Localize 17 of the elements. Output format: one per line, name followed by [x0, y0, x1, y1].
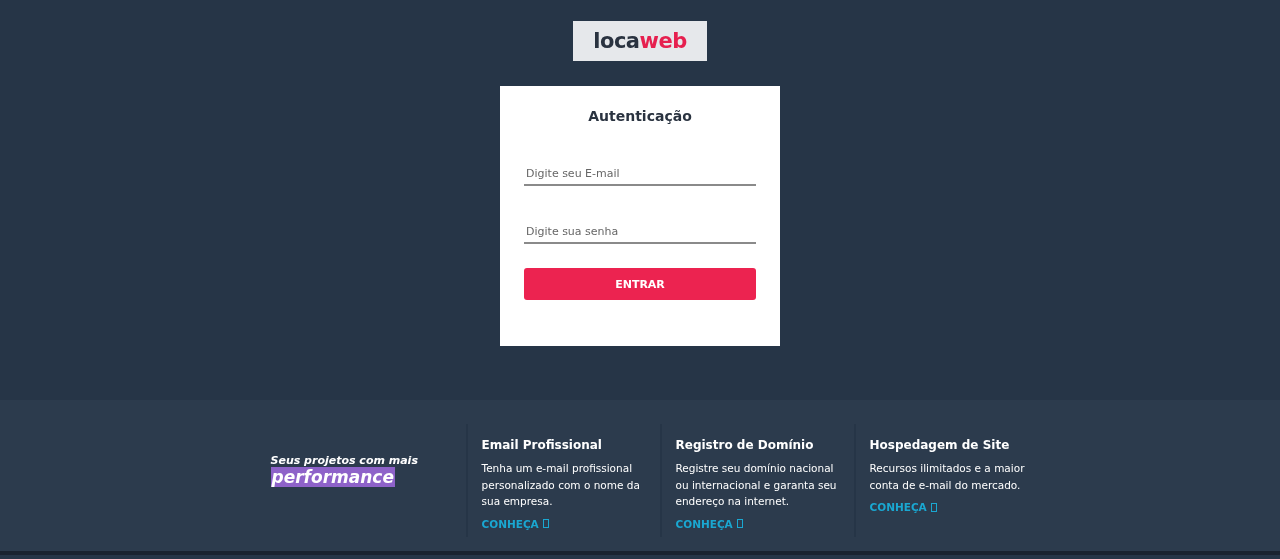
tagline: Seus projetos com mais — [270, 454, 418, 467]
logo: locaweb — [573, 21, 707, 61]
product-title: Registro de Domínio — [675, 438, 814, 452]
product-title: Hospedagem de Site — [869, 438, 1010, 452]
box-icon — [542, 519, 549, 528]
learn-more-link[interactable]: CONHEÇA — [675, 517, 743, 530]
product-description: Tenha um e-mail profissional personalizado com o nome da sua empresa. — [481, 461, 641, 509]
highlight-word: performance — [270, 467, 395, 487]
learn-more-link[interactable]: CONHEÇA — [481, 517, 549, 530]
product-title: Email Profissional — [481, 438, 602, 452]
login-title: Autenticação — [587, 108, 693, 124]
box-icon — [930, 502, 937, 512]
box-icon — [736, 519, 743, 528]
product-description: Registre seu domínio nacional ou internacional e garanta seu endereço na internet. — [675, 461, 838, 509]
learn-more-link[interactable]: CONHEÇA — [869, 501, 937, 513]
product-description: Recursos ilimitados e a maior conta de e-mail do mercado. — [869, 461, 1026, 493]
login-button[interactable]: ENTRAR — [524, 268, 756, 300]
